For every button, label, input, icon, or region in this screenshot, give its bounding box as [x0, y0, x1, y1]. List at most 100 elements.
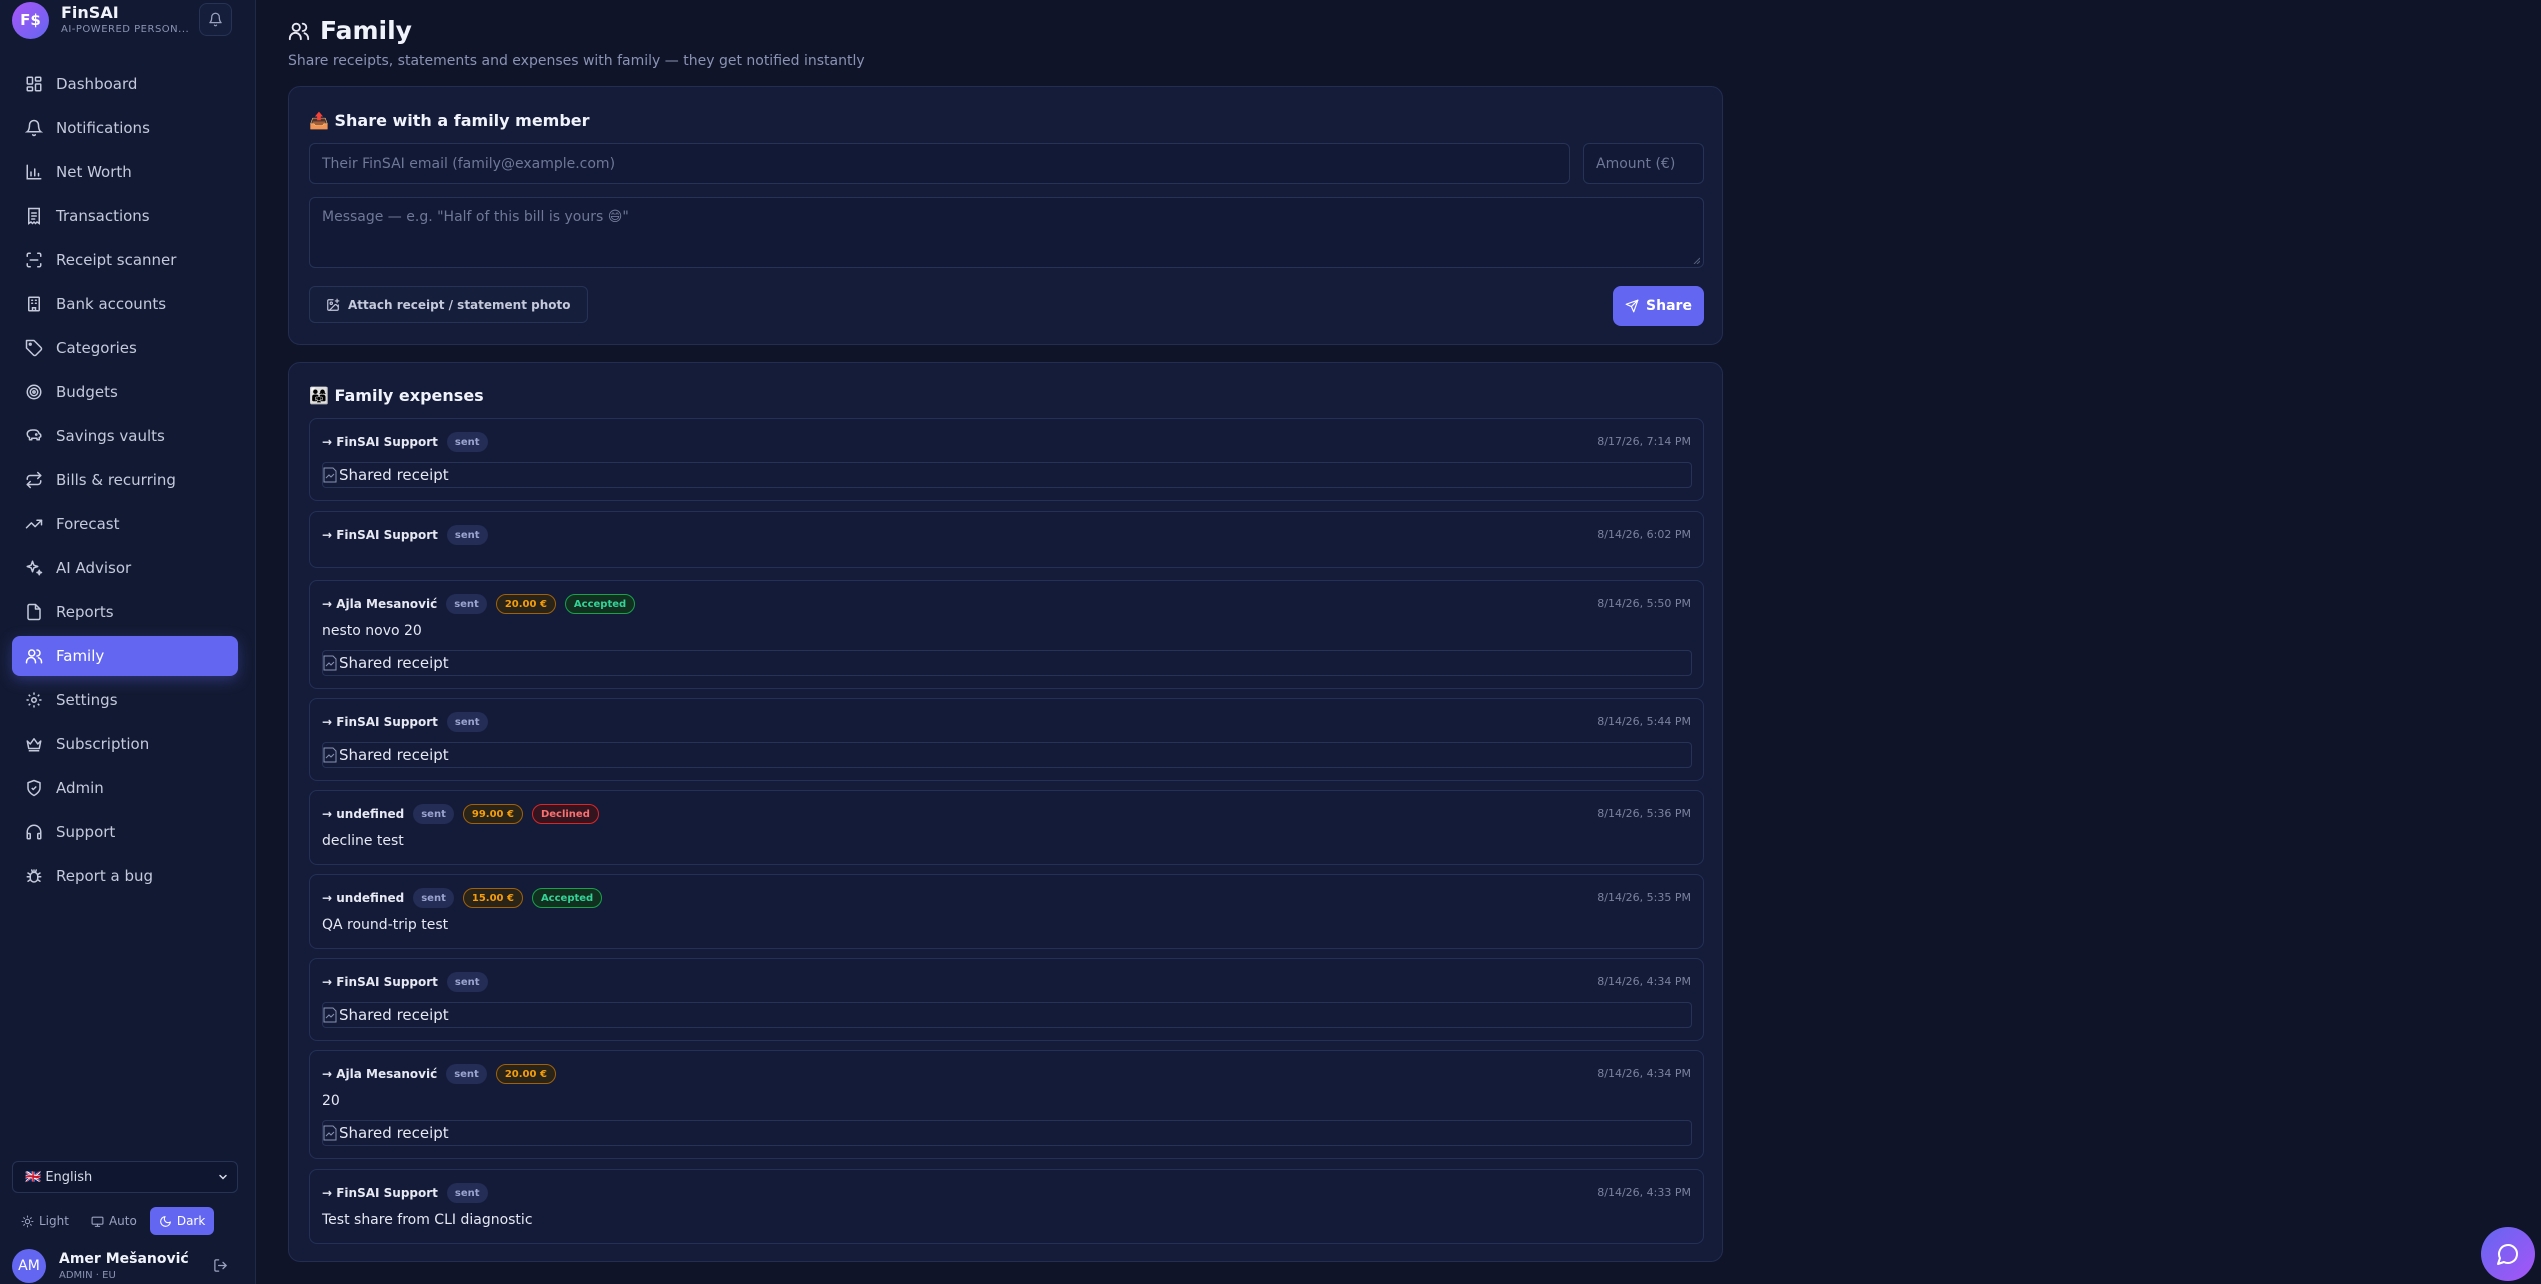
share-card: 📤 Share with a family member Their FinSA… [288, 86, 1723, 345]
share-button[interactable]: Share [1613, 286, 1704, 326]
resize-grip-icon[interactable] [1692, 256, 1700, 264]
theme-auto-button[interactable]: Auto [82, 1207, 146, 1235]
bank-icon [28, 296, 40, 312]
sidebar-item-ai-advisor[interactable]: AI Advisor [12, 548, 238, 588]
sidebar-item-receipt-scanner[interactable]: Receipt scanner [12, 240, 238, 280]
family-expenses-title: 👨‍👩‍👧 Family expenses [309, 386, 484, 405]
chat-button[interactable] [2481, 1227, 2535, 1281]
piggy-bank-icon [26, 429, 42, 441]
amount-field[interactable]: Amount (€) [1583, 143, 1704, 184]
shared-receipt-image[interactable]: Shared receipt [322, 650, 1692, 676]
email-field[interactable]: Their FinSAI email (family@example.com) [309, 143, 1570, 184]
sidebar-item-subscription[interactable]: Subscription [12, 724, 238, 764]
status-badge: sent [446, 432, 488, 452]
attach-receipt-button[interactable]: Attach receipt / statement photo [309, 286, 588, 323]
avatar: AM [12, 1249, 46, 1283]
expense-date: 8/17/26, 7:14 PM [1597, 435, 1691, 448]
expense-recipient: → FinSAI Support [322, 528, 438, 542]
expense-message: nesto novo 20 [322, 623, 422, 639]
sidebar-item-label: Support [56, 823, 116, 841]
page-subtitle: Share receipts, statements and expenses … [288, 53, 865, 69]
sidebar-item-categories[interactable]: Categories [12, 328, 238, 368]
sidebar-item-label: Notifications [56, 119, 150, 137]
sidebar-nav: Dashboard Notifications Net Worth Transa… [12, 64, 238, 900]
broken-image-icon [323, 655, 337, 671]
sidebar-item-notifications[interactable]: Notifications [12, 108, 238, 148]
sidebar-item-label: Savings vaults [56, 427, 165, 445]
sidebar-item-label: Admin [56, 779, 104, 797]
shared-receipt-image[interactable]: Shared receipt [322, 742, 1692, 768]
theme-auto-label: Auto [108, 1214, 137, 1228]
sidebar-item-label: Receipt scanner [56, 251, 177, 269]
expense-item: → FinSAI Support sent 8/17/26, 7:14 PM S… [309, 418, 1704, 501]
expense-recipient: → Ajla Mesanović [322, 597, 438, 611]
expense-message: 20 [322, 1093, 340, 1109]
brand[interactable]: F$ FinSAI AI-POWERED PERSON... [12, 0, 189, 40]
sidebar-item-label: AI Advisor [56, 559, 132, 577]
broken-image-icon [323, 1007, 337, 1023]
app-tagline: AI-POWERED PERSON... [61, 24, 190, 35]
bell-icon [25, 119, 43, 137]
shared-receipt-image[interactable]: Shared receipt [322, 1120, 1692, 1146]
sidebar-item-savings-vaults[interactable]: Savings vaults [12, 416, 238, 456]
shared-receipt-image[interactable]: Shared receipt [322, 462, 1692, 488]
expense-item: → undefined sent 99.00 € Declined 8/14/2… [309, 790, 1704, 865]
sidebar-item-label: Net Worth [56, 163, 132, 181]
theme-light-button[interactable]: Light [12, 1207, 78, 1235]
sidebar-item-report-a-bug[interactable]: Report a bug [12, 856, 238, 896]
expense-recipient: → Ajla Mesanović [322, 1067, 438, 1081]
expense-date: 8/14/26, 4:34 PM [1597, 975, 1691, 988]
status-badge: sent [413, 888, 454, 908]
notifications-button[interactable] [199, 3, 232, 36]
family-expenses-card: 👨‍👩‍👧 Family expenses → FinSAI Support s… [288, 362, 1723, 1262]
user-role: ADMIN · EU [59, 1270, 116, 1281]
user-name: Amer Mešanović [59, 1251, 189, 1267]
sidebar-item-label: Settings [56, 691, 118, 709]
expense-date: 8/14/26, 5:50 PM [1597, 597, 1691, 610]
logout-icon[interactable] [213, 1258, 228, 1273]
chat-bubble-icon [2497, 1244, 2518, 1265]
amount-badge: 20.00 € [495, 594, 556, 614]
amount-badge: 15.00 € [462, 888, 523, 908]
sidebar-item-label: Budgets [56, 383, 118, 401]
receipt-alt-text: Shared receipt [339, 466, 449, 484]
sidebar-item-label: Subscription [56, 735, 150, 753]
language-select[interactable]: 🇬🇧 English [12, 1161, 238, 1193]
theme-dark-button[interactable]: Dark [149, 1207, 215, 1235]
accepted-badge: Accepted [531, 888, 603, 908]
sidebar-item-label: Bills & recurring [56, 471, 176, 489]
receipt-alt-text: Shared receipt [339, 1006, 449, 1024]
expense-date: 8/14/26, 4:33 PM [1597, 1186, 1691, 1199]
theme-light-label: Light [39, 1214, 69, 1228]
sidebar-item-transactions[interactable]: Transactions [12, 196, 238, 236]
expense-recipient: → FinSAI Support [322, 975, 438, 989]
message-placeholder: Message — e.g. "Half of this bill is you… [322, 209, 629, 225]
message-textarea[interactable]: Message — e.g. "Half of this bill is you… [309, 197, 1704, 268]
amount-placeholder: Amount (€) [1596, 155, 1676, 172]
sidebar-item-bank-accounts[interactable]: Bank accounts [12, 284, 238, 324]
sidebar-item-dashboard[interactable]: Dashboard [12, 64, 238, 104]
sidebar-item-settings[interactable]: Settings [12, 680, 238, 720]
amount-badge: 20.00 € [495, 1064, 556, 1084]
sidebar-item-forecast[interactable]: Forecast [12, 504, 238, 544]
sidebar-item-bills-recurring[interactable]: Bills & recurring [12, 460, 238, 500]
expense-item: → FinSAI Support sent 8/14/26, 4:33 PM T… [309, 1169, 1704, 1244]
expense-message: decline test [322, 833, 404, 849]
bell-icon [209, 12, 222, 27]
sidebar-item-support[interactable]: Support [12, 812, 238, 852]
shared-receipt-image[interactable]: Shared receipt [322, 1002, 1692, 1028]
status-badge: sent [446, 1183, 488, 1203]
expense-date: 8/14/26, 5:36 PM [1597, 807, 1691, 820]
user-profile[interactable]: AM Amer Mešanović ADMIN · EU [12, 1249, 238, 1284]
status-badge: sent [446, 525, 488, 545]
sidebar-item-label: Report a bug [56, 867, 154, 885]
expense-recipient: → FinSAI Support [322, 715, 438, 729]
scan-icon [26, 252, 42, 268]
sidebar-item-net-worth[interactable]: Net Worth [12, 152, 238, 192]
sidebar-item-budgets[interactable]: Budgets [12, 372, 238, 412]
expense-recipient: → undefined [322, 891, 405, 905]
sidebar-item-admin[interactable]: Admin [12, 768, 238, 808]
sidebar-item-family[interactable]: Family [12, 636, 238, 676]
sidebar-item-reports[interactable]: Reports [12, 592, 238, 632]
expense-date: 8/14/26, 4:34 PM [1597, 1067, 1691, 1080]
